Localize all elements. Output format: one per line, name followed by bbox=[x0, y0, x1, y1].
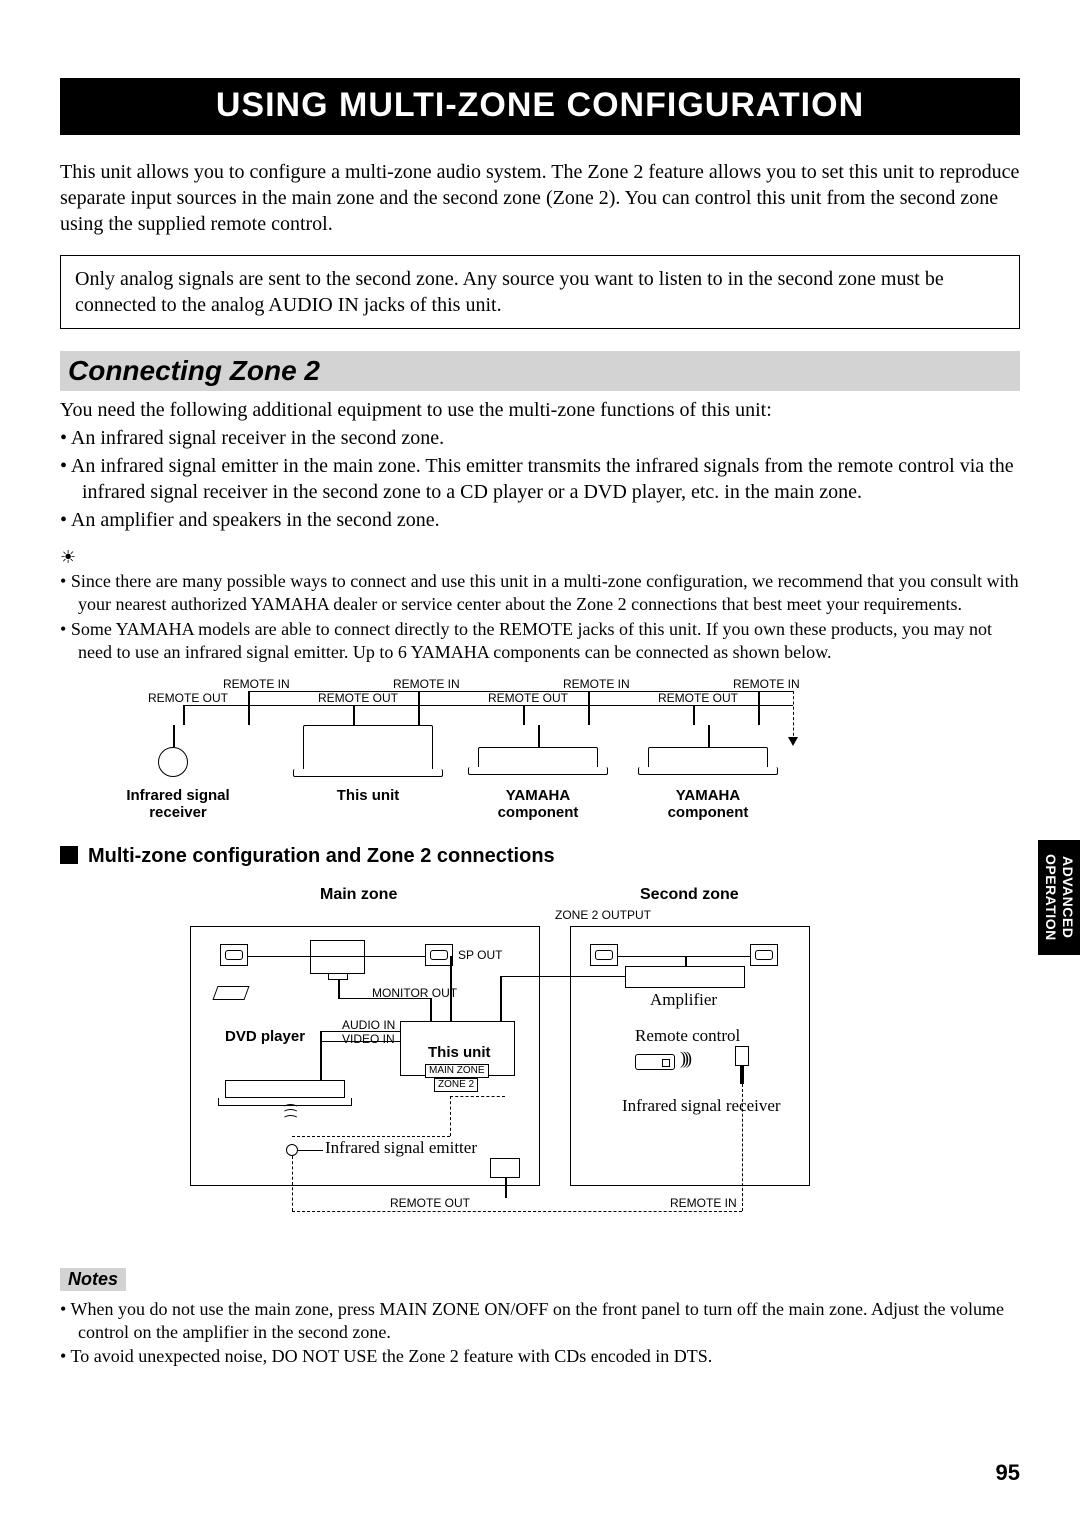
list-item: Some YAMAHA models are able to connect d… bbox=[60, 618, 1020, 665]
device-yamaha-component bbox=[478, 747, 598, 769]
label-remote-in: REMOTE IN bbox=[393, 677, 460, 691]
label-remote-in: REMOTE IN bbox=[733, 677, 800, 691]
list-item: An amplifier and speakers in the second … bbox=[60, 507, 1020, 533]
remote-icon bbox=[212, 986, 249, 1000]
equipment-intro: You need the following additional equipm… bbox=[60, 397, 1020, 423]
tip-icon: ☀ bbox=[60, 547, 1020, 568]
label-remote-in: REMOTE IN bbox=[670, 1196, 737, 1210]
label-remote-control: Remote control bbox=[635, 1026, 740, 1046]
diagram-remote-chain: REMOTE IN REMOTE OUT REMOTE IN REMOTE OU… bbox=[118, 677, 878, 835]
remote-control-icon bbox=[635, 1054, 675, 1070]
label-this-unit: This unit bbox=[428, 1044, 491, 1061]
label-monitor-out: MONITOR OUT bbox=[372, 986, 457, 1000]
label-remote-out: REMOTE OUT bbox=[390, 1196, 470, 1210]
equipment-list: An infrared signal receiver in the secon… bbox=[60, 425, 1020, 533]
amplifier-box bbox=[625, 966, 745, 988]
notes-list: When you do not use the main zone, press… bbox=[60, 1298, 1020, 1369]
ir-emitter-icon bbox=[286, 1144, 298, 1156]
caption-this-unit: This unit bbox=[318, 787, 418, 804]
notes-heading: Notes bbox=[60, 1268, 136, 1291]
label-amplifier: Amplifier bbox=[650, 990, 717, 1010]
label-zone2-jack: ZONE 2 bbox=[434, 1078, 478, 1092]
label-second-zone: Second zone bbox=[640, 886, 739, 904]
label-ir-receiver: Infrared signal receiver bbox=[622, 1096, 781, 1116]
page-title: USING MULTI-ZONE CONFIGURATION bbox=[60, 78, 1020, 135]
label-remote-out: REMOTE OUT bbox=[488, 691, 568, 705]
caption-yamaha-component: YAMAHAcomponent bbox=[658, 787, 758, 822]
label-audio-in: AUDIO IN bbox=[342, 1018, 395, 1032]
speaker-icon bbox=[750, 944, 778, 966]
label-zone2-output: ZONE 2 OUTPUT bbox=[555, 908, 651, 922]
side-tab: ADVANCEDOPERATION bbox=[1038, 840, 1080, 955]
caption-ir-receiver: Infrared signalreceiver bbox=[118, 787, 238, 822]
speaker-icon bbox=[425, 944, 453, 966]
label-remote-out: REMOTE OUT bbox=[658, 691, 738, 705]
label-sp-out: SP OUT bbox=[458, 948, 502, 962]
device-this-unit bbox=[303, 725, 433, 773]
list-item: To avoid unexpected noise, DO NOT USE th… bbox=[60, 1345, 1020, 1368]
label-main-zone: Main zone bbox=[320, 886, 397, 904]
caption-yamaha-component: YAMAHAcomponent bbox=[488, 787, 588, 822]
list-item: Since there are many possible ways to co… bbox=[60, 570, 1020, 617]
label-remote-in: REMOTE IN bbox=[223, 677, 290, 691]
sub-heading: Multi-zone configuration and Zone 2 conn… bbox=[60, 845, 1020, 868]
page-number: 95 bbox=[996, 1460, 1020, 1486]
label-remote-out: REMOTE OUT bbox=[148, 691, 228, 705]
label-dvd-player: DVD player bbox=[225, 1028, 305, 1045]
device-yamaha-component bbox=[648, 747, 768, 769]
section-heading: Connecting Zone 2 bbox=[60, 351, 1020, 391]
speaker-icon bbox=[590, 944, 618, 966]
label-remote-out: REMOTE OUT bbox=[318, 691, 398, 705]
ir-receiver-icon bbox=[735, 1046, 749, 1084]
remote-jack-icon bbox=[490, 1158, 520, 1178]
label-ir-emitter: Infrared signal emitter bbox=[325, 1138, 477, 1158]
ir-wave-icon: ⁀⁀⁀ bbox=[285, 1111, 296, 1128]
label-remote-in: REMOTE IN bbox=[563, 677, 630, 691]
intro-paragraph: This unit allows you to configure a mult… bbox=[60, 159, 1020, 237]
dvd-player-box bbox=[225, 1080, 345, 1098]
speaker-icon bbox=[220, 944, 248, 966]
note-box: Only analog signals are sent to the seco… bbox=[60, 255, 1020, 329]
ir-wave-icon: ))) bbox=[680, 1048, 689, 1069]
tip-list: Since there are many possible ways to co… bbox=[60, 570, 1020, 665]
list-item: An infrared signal emitter in the main z… bbox=[60, 453, 1020, 505]
label-video-in: VIDEO IN bbox=[342, 1032, 395, 1046]
label-main-zone-jack: MAIN ZONE bbox=[425, 1064, 489, 1078]
diagram-zone-connections: Main zone Second zone This unit MAIN ZON… bbox=[190, 886, 890, 1246]
ir-receiver-icon bbox=[158, 747, 188, 777]
list-item: When you do not use the main zone, press… bbox=[60, 1298, 1020, 1345]
list-item: An infrared signal receiver in the secon… bbox=[60, 425, 1020, 451]
